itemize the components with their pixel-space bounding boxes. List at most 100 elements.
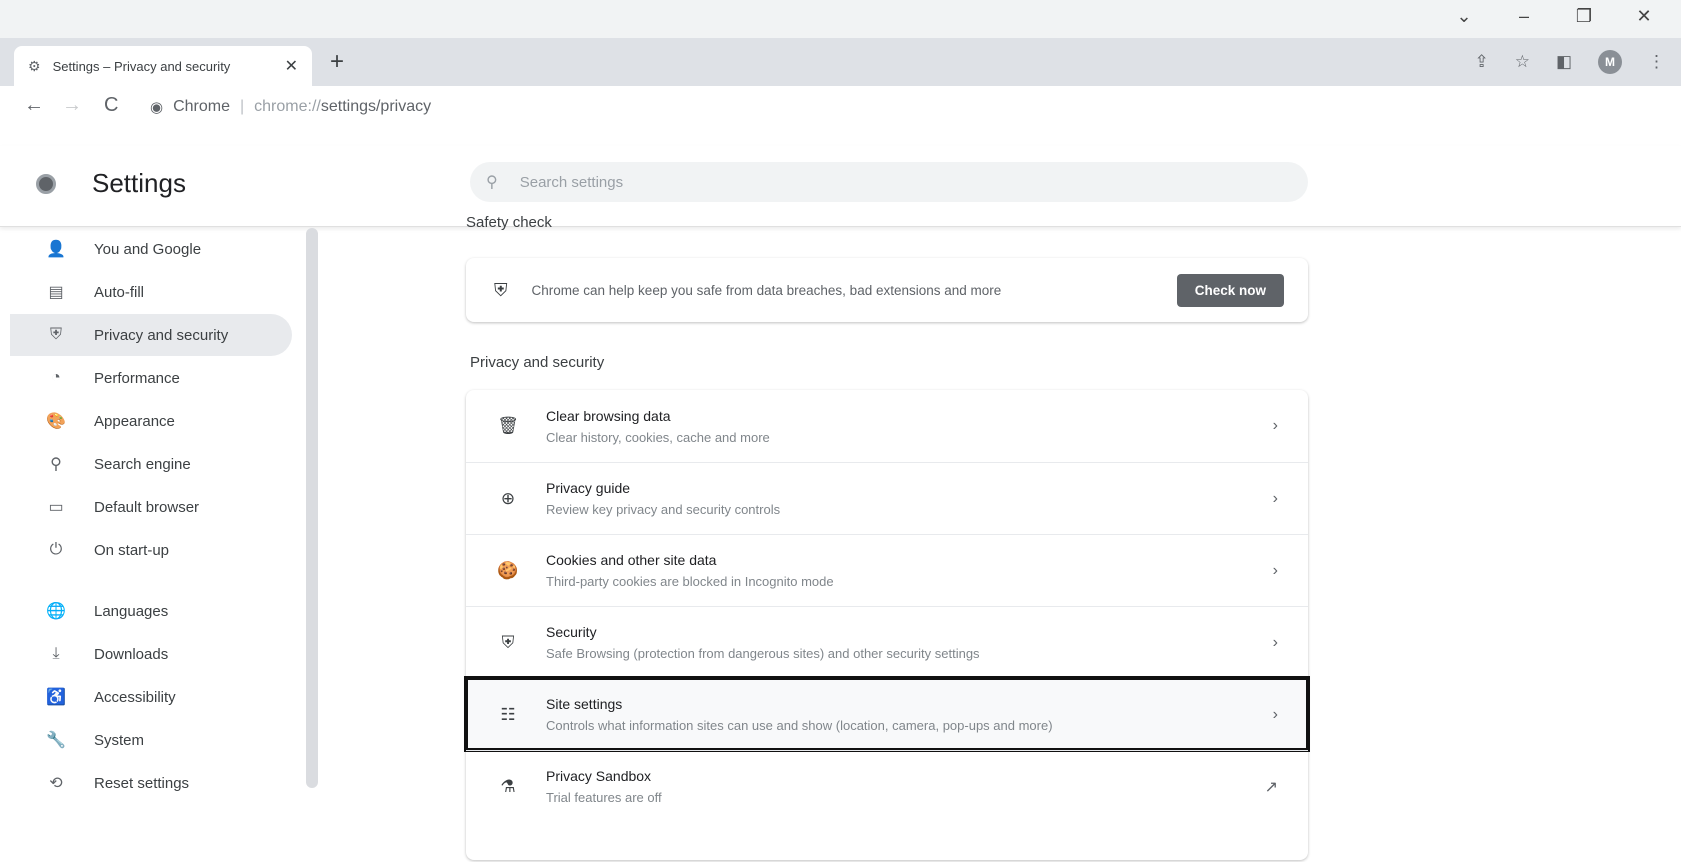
sidebar-item-privacy-and-security[interactable]: ⛨ Privacy and security xyxy=(10,314,292,356)
row-clear-browsing-data[interactable]: 🗑 Clear browsing data Clear history, coo… xyxy=(466,390,1308,462)
sidebar-item-default-browser[interactable]: ▭ Default browser xyxy=(10,486,292,528)
tab-strip: ⚙ Settings – Privacy and security ✕ + ⇪ … xyxy=(0,38,1681,86)
clipboard-icon: ▤ xyxy=(48,284,64,301)
speedometer-icon: ◔ xyxy=(51,369,61,386)
sidebar-item-on-start-up[interactable]: ⏻ On start-up xyxy=(10,529,292,571)
search-input[interactable] xyxy=(517,172,1122,192)
privacy-section-heading: Privacy and security xyxy=(470,354,605,371)
sidebar-item-appearance[interactable]: 🎨 Appearance xyxy=(10,400,292,442)
sidebar-item-search-engine[interactable]: ⚲ Search engine xyxy=(10,443,292,485)
sidebar-item-languages[interactable]: 🌐 Languages xyxy=(10,590,292,632)
row-security[interactable]: ⛨ Security Safe Browsing (protection fro… xyxy=(466,606,1308,678)
page-title: Settings xyxy=(92,168,186,198)
safety-check-description: Chrome can help keep you safe from data … xyxy=(531,282,1002,298)
reset-icon: ⟲ xyxy=(49,775,63,792)
sidebar-item-reset-settings[interactable]: ⟲ Reset settings xyxy=(10,762,292,804)
palette-icon: 🎨 xyxy=(46,413,66,430)
browser-icon: ▭ xyxy=(48,499,64,516)
row-title: Site settings xyxy=(546,696,623,712)
tab-search-icon[interactable]: ⌄ xyxy=(1449,6,1479,27)
download-icon: ⤓ xyxy=(52,645,60,662)
search-icon: ⚲ xyxy=(486,174,498,191)
tab-close-button[interactable]: ✕ xyxy=(285,56,298,76)
shield-icon: ⛨ xyxy=(501,632,515,652)
back-button[interactable]: ← xyxy=(24,94,44,117)
sidebar-item-performance[interactable]: ◔ Performance xyxy=(10,357,292,399)
row-site-settings[interactable]: ☷ Site settings Controls what informatio… xyxy=(464,676,1310,752)
privacy-card: 🗑 Clear browsing data Clear history, coo… xyxy=(464,390,1310,860)
sidebar-item-label: Search engine xyxy=(94,455,191,473)
side-panel-icon[interactable]: ◧ xyxy=(1556,52,1572,72)
sidebar-item-you-and-google[interactable]: 👤 You and Google xyxy=(10,228,292,270)
row-privacy-guide[interactable]: ⊕ Privacy guide Review key privacy and s… xyxy=(466,462,1308,534)
profile-avatar[interactable]: M xyxy=(1598,50,1622,74)
row-title: Cookies and other site data xyxy=(546,552,717,568)
url-text: chrome://settings/privacy xyxy=(254,98,431,116)
kebab-menu-icon[interactable]: ⋮ xyxy=(1648,52,1665,72)
chevron-right-icon: › xyxy=(1272,489,1278,507)
close-window-button[interactable]: ✕ xyxy=(1629,6,1659,27)
row-subtitle: Review key privacy and security controls xyxy=(546,502,781,517)
sidebar-scrollbar[interactable] xyxy=(306,228,318,788)
chevron-right-icon: › xyxy=(1272,417,1278,434)
sidebar-item-label: Downloads xyxy=(94,645,169,663)
chevron-right-icon: › xyxy=(1272,561,1278,579)
trash-icon: 🗑 xyxy=(497,416,519,435)
external-link-icon: ↗ xyxy=(1264,778,1278,796)
row-cookies[interactable]: 🍪 Cookies and other site data Third-part… xyxy=(466,534,1308,606)
sidebar-item-label: Performance xyxy=(94,369,180,387)
sidebar-item-label: Privacy and security xyxy=(94,326,229,344)
safety-check-heading: Safety check xyxy=(466,214,552,231)
chevron-right-icon: › xyxy=(1272,633,1278,651)
sidebar-item-label: Reset settings xyxy=(94,774,190,792)
minimize-button[interactable]: – xyxy=(1509,6,1539,27)
row-privacy-sandbox[interactable]: ⚗ Privacy Sandbox Trial features are off… xyxy=(466,750,1308,822)
sidebar-item-downloads[interactable]: ⤓ Downloads xyxy=(10,633,292,675)
chrome-site-icon: ◉ xyxy=(150,99,164,116)
wrench-icon: 🔧 xyxy=(46,732,66,749)
compass-icon: ⊕ xyxy=(500,488,516,508)
sidebar-item-label: System xyxy=(94,731,145,749)
power-icon: ⏻ xyxy=(49,541,63,558)
check-now-button[interactable]: Check now xyxy=(1176,273,1284,307)
restore-button[interactable]: ❐ xyxy=(1569,6,1599,27)
safety-check-card: ⛨ Chrome can help keep you safe from dat… xyxy=(466,258,1308,322)
forward-button[interactable]: → xyxy=(62,94,82,117)
sidebar-item-accessibility[interactable]: ♿ Accessibility xyxy=(10,676,292,718)
row-title: Clear browsing data xyxy=(546,407,671,424)
person-icon: 👤 xyxy=(46,241,66,258)
settings-page: Settings ⚲ 👤 You and Google ▤ Auto-fill … xyxy=(0,128,1681,862)
row-subtitle: Safe Browsing (protection from dangerous… xyxy=(546,646,980,661)
gear-icon: ⚙ xyxy=(28,57,41,74)
row-subtitle: Trial features are off xyxy=(546,790,662,805)
shield-icon: ⛨ xyxy=(49,326,62,343)
row-subtitle: Clear history, cookies, cache and more xyxy=(546,429,770,445)
new-tab-button[interactable]: + xyxy=(330,48,344,76)
bookmark-star-icon[interactable]: ☆ xyxy=(1515,52,1530,72)
sidebar-item-label: Accessibility xyxy=(94,688,176,706)
sidebar-item-label: Auto-fill xyxy=(94,283,145,301)
row-text: Clear browsing data Clear history, cooki… xyxy=(546,408,1273,445)
chevron-right-icon: › xyxy=(1272,705,1278,723)
address-bar[interactable]: ◉ Chrome | chrome://settings/privacy xyxy=(150,92,431,122)
row-text: Security Safe Browsing (protection from … xyxy=(546,624,1273,661)
settings-header: Settings ⚲ xyxy=(0,146,1681,227)
row-subtitle: Third-party cookies are blocked in Incog… xyxy=(546,574,834,589)
tab-settings[interactable]: ⚙ Settings – Privacy and security ✕ xyxy=(14,46,312,86)
settings-sidebar: 👤 You and Google ▤ Auto-fill ⛨ Privacy a… xyxy=(0,228,300,862)
sidebar-item-label: On start-up xyxy=(94,541,170,559)
sidebar-item-label: Appearance xyxy=(94,412,175,430)
search-icon: ⚲ xyxy=(50,456,62,473)
row-subtitle: Controls what information sites can use … xyxy=(546,718,1053,733)
search-settings-box[interactable]: ⚲ xyxy=(470,162,1308,202)
sliders-icon: ☷ xyxy=(500,704,516,724)
share-icon[interactable]: ⇪ xyxy=(1474,52,1488,72)
shield-check-icon: ⛨ xyxy=(494,279,508,300)
reload-button[interactable]: C xyxy=(104,94,118,117)
globe-icon: 🌐 xyxy=(46,603,66,620)
sidebar-item-label: Default browser xyxy=(94,498,200,516)
sidebar-item-autofill[interactable]: ▤ Auto-fill xyxy=(10,271,292,313)
row-text: Site settings Controls what information … xyxy=(546,696,1273,733)
sidebar-item-system[interactable]: 🔧 System xyxy=(10,719,292,761)
row-text: Privacy Sandbox Trial features are off xyxy=(546,768,1265,805)
